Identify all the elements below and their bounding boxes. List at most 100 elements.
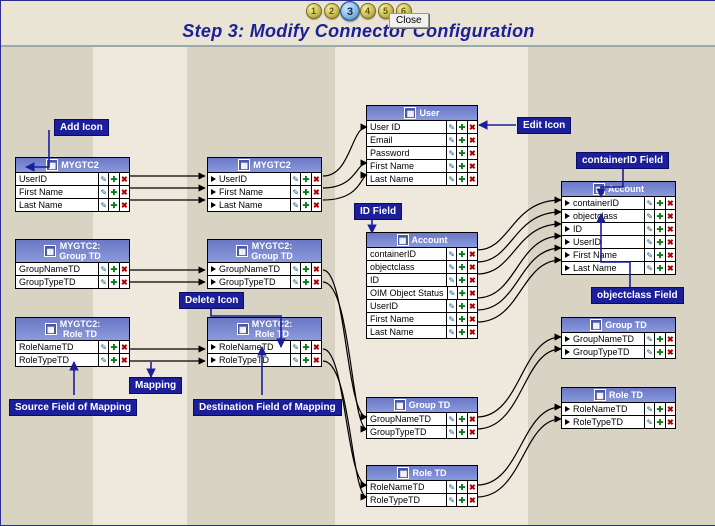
edit-icon[interactable]: ✎ [448,287,457,299]
edit-icon[interactable]: ✎ [99,341,108,353]
add-icon[interactable]: ✚ [300,341,310,353]
delete-icon[interactable]: ✖ [467,494,477,506]
delete-icon[interactable]: ✖ [119,173,129,185]
edit-icon[interactable]: ✎ [645,346,654,358]
add-icon[interactable]: ✚ [456,147,466,159]
edit-icon[interactable]: ✎ [447,134,456,146]
delete-icon[interactable]: ✖ [467,413,477,425]
add-icon[interactable]: ✚ [654,262,664,274]
add-icon[interactable]: ✚ [300,276,310,288]
delete-icon[interactable]: ✖ [467,160,477,172]
edit-icon[interactable]: ✎ [447,413,456,425]
add-icon[interactable]: ✚ [456,160,466,172]
add-icon[interactable]: ✚ [456,274,466,286]
delete-icon[interactable]: ✖ [467,481,477,493]
add-icon[interactable]: ✚ [456,494,466,506]
delete-icon[interactable]: ✖ [119,276,129,288]
delete-icon[interactable]: ✖ [311,263,321,275]
add-icon[interactable]: ✚ [300,263,310,275]
edit-icon[interactable]: ✎ [645,416,654,428]
wizard-step-4[interactable]: 4 [360,3,376,19]
add-icon[interactable]: ✚ [456,313,466,325]
delete-icon[interactable]: ✖ [311,199,321,211]
add-icon[interactable]: ✚ [108,199,118,211]
edit-icon[interactable]: ✎ [447,313,456,325]
add-icon[interactable]: ✚ [108,186,118,198]
delete-icon[interactable]: ✖ [665,403,675,415]
add-icon[interactable]: ✚ [300,186,310,198]
delete-icon[interactable]: ✖ [665,416,675,428]
add-icon[interactable]: ✚ [456,173,466,185]
edit-icon[interactable]: ✎ [291,276,300,288]
delete-icon[interactable]: ✖ [467,313,477,325]
delete-icon[interactable]: ✖ [665,346,675,358]
delete-icon[interactable]: ✖ [119,263,129,275]
edit-icon[interactable]: ✎ [447,274,456,286]
add-icon[interactable]: ✚ [300,173,310,185]
delete-icon[interactable]: ✖ [311,173,321,185]
add-icon[interactable]: ✚ [654,403,664,415]
edit-icon[interactable]: ✎ [447,173,456,185]
add-icon[interactable]: ✚ [456,300,466,312]
delete-icon[interactable]: ✖ [467,326,477,338]
edit-icon[interactable]: ✎ [645,223,654,235]
edit-icon[interactable]: ✎ [447,261,456,273]
delete-icon[interactable]: ✖ [467,121,477,133]
delete-icon[interactable]: ✖ [665,249,675,261]
edit-icon[interactable]: ✎ [447,326,456,338]
delete-icon[interactable]: ✖ [665,197,675,209]
add-icon[interactable]: ✚ [654,416,664,428]
edit-icon[interactable]: ✎ [447,248,456,260]
edit-icon[interactable]: ✎ [447,481,456,493]
add-icon[interactable]: ✚ [654,210,664,222]
add-icon[interactable]: ✚ [654,249,664,261]
edit-icon[interactable]: ✎ [99,199,108,211]
edit-icon[interactable]: ✎ [291,199,300,211]
delete-icon[interactable]: ✖ [467,300,477,312]
delete-icon[interactable]: ✖ [119,341,129,353]
delete-icon[interactable]: ✖ [467,248,477,260]
edit-icon[interactable]: ✎ [99,263,108,275]
edit-icon[interactable]: ✎ [99,173,108,185]
delete-icon[interactable]: ✖ [311,276,321,288]
edit-icon[interactable]: ✎ [291,173,300,185]
add-icon[interactable]: ✚ [654,197,664,209]
delete-icon[interactable]: ✖ [467,261,477,273]
delete-icon[interactable]: ✖ [311,354,321,366]
close-button[interactable]: Close [389,13,429,28]
add-icon[interactable]: ✚ [108,276,118,288]
add-icon[interactable]: ✚ [456,426,466,438]
add-icon[interactable]: ✚ [300,199,310,211]
delete-icon[interactable]: ✖ [119,199,129,211]
delete-icon[interactable]: ✖ [467,147,477,159]
edit-icon[interactable]: ✎ [645,236,654,248]
delete-icon[interactable]: ✖ [311,186,321,198]
add-icon[interactable]: ✚ [108,341,118,353]
edit-icon[interactable]: ✎ [645,403,654,415]
add-icon[interactable]: ✚ [108,354,118,366]
delete-icon[interactable]: ✖ [467,426,477,438]
add-icon[interactable]: ✚ [456,413,466,425]
edit-icon[interactable]: ✎ [99,354,108,366]
add-icon[interactable]: ✚ [654,333,664,345]
edit-icon[interactable]: ✎ [645,262,654,274]
add-icon[interactable]: ✚ [654,236,664,248]
delete-icon[interactable]: ✖ [119,186,129,198]
edit-icon[interactable]: ✎ [447,121,456,133]
add-icon[interactable]: ✚ [654,223,664,235]
delete-icon[interactable]: ✖ [119,354,129,366]
add-icon[interactable]: ✚ [456,261,466,273]
edit-icon[interactable]: ✎ [447,160,456,172]
edit-icon[interactable]: ✎ [447,147,456,159]
add-icon[interactable]: ✚ [456,481,466,493]
add-icon[interactable]: ✚ [456,134,466,146]
add-icon[interactable]: ✚ [456,121,466,133]
wizard-step-3[interactable]: 3 [340,1,360,21]
edit-icon[interactable]: ✎ [645,333,654,345]
edit-icon[interactable]: ✎ [291,354,300,366]
delete-icon[interactable]: ✖ [665,236,675,248]
delete-icon[interactable]: ✖ [665,223,675,235]
add-icon[interactable]: ✚ [300,354,310,366]
add-icon[interactable]: ✚ [457,287,467,299]
delete-icon[interactable]: ✖ [665,333,675,345]
